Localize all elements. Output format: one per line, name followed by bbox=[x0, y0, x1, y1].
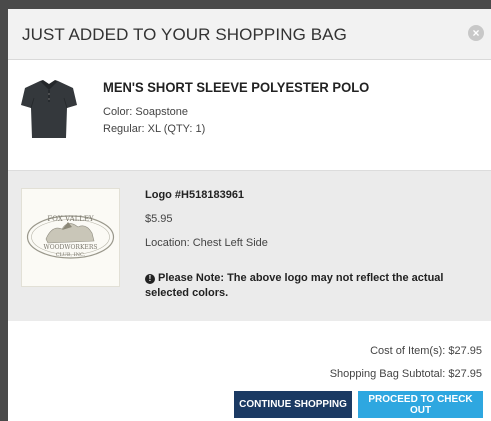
modal-title: JUST ADDED TO YOUR SHOPPING BAG bbox=[22, 25, 347, 44]
modal-header: JUST ADDED TO YOUR SHOPPING BAG × bbox=[8, 9, 491, 60]
product-size-qty: Regular: XL (QTY: 1) bbox=[103, 123, 206, 135]
info-icon: ! bbox=[145, 274, 155, 284]
close-icon[interactable]: × bbox=[468, 25, 484, 41]
logo-image: FOX VALLEY WOODWORKERS CLUB, INC. bbox=[21, 188, 120, 287]
logo-text-bottom: WOODWORKERS bbox=[44, 244, 98, 251]
logo-text-top: FOX VALLEY bbox=[47, 215, 94, 223]
logo-details: FOX VALLEY WOODWORKERS CLUB, INC. Logo #… bbox=[8, 170, 491, 321]
item-cost: Cost of Item(s): $27.95 bbox=[370, 345, 482, 357]
product-summary: MEN'S SHORT SLEEVE POLYESTER POLO Color:… bbox=[8, 60, 491, 170]
bag-subtotal: Shopping Bag Subtotal: $27.95 bbox=[329, 368, 482, 380]
proceed-to-checkout-button[interactable]: PROCEED TO CHECK OUT bbox=[358, 391, 483, 418]
logo-price: $5.95 bbox=[145, 213, 173, 225]
bag-totals: Cost of Item(s): $27.95 Shopping Bag Sub… bbox=[8, 321, 491, 421]
logo-color-note: ! Please Note: The above logo may not ref… bbox=[145, 271, 465, 301]
add-to-bag-modal: JUST ADDED TO YOUR SHOPPING BAG × MEN'S … bbox=[8, 9, 491, 421]
logo-id: Logo #H518183961 bbox=[145, 189, 245, 201]
continue-shopping-button[interactable]: CONTINUE SHOPPING bbox=[234, 391, 352, 418]
logo-text-sub: CLUB, INC. bbox=[56, 252, 86, 258]
product-color: Color: Soapstone bbox=[103, 106, 188, 118]
polo-shirt-image bbox=[21, 80, 77, 138]
logo-note-text: Please Note: The above logo may not refl… bbox=[145, 272, 444, 299]
logo-artwork: FOX VALLEY WOODWORKERS CLUB, INC. bbox=[26, 215, 115, 259]
logo-location: Location: Chest Left Side bbox=[145, 237, 268, 249]
product-name: MEN'S SHORT SLEEVE POLYESTER POLO bbox=[103, 79, 370, 96]
